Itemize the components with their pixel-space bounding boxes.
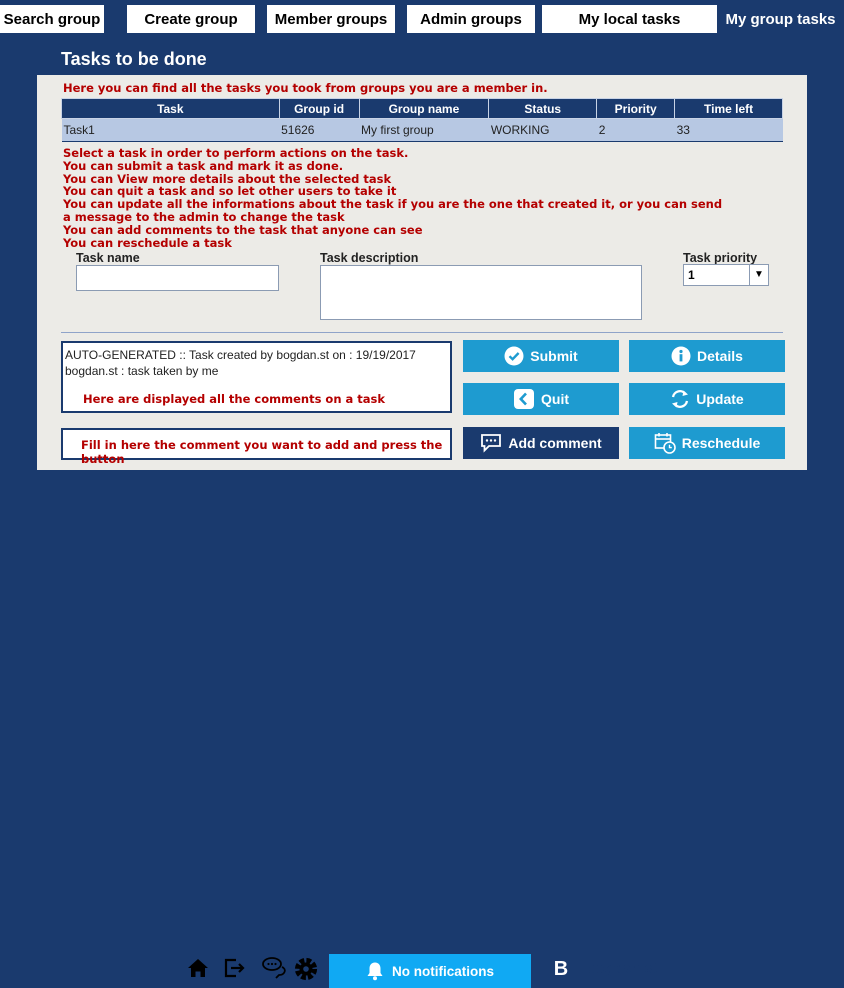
task-description-label: Task description (320, 251, 419, 265)
submit-button-label: Submit (530, 348, 578, 364)
update-button[interactable]: Update (629, 383, 785, 415)
tab-label: Member groups (274, 10, 388, 28)
instruction-line: a message to the admin to change the tas… (63, 209, 345, 224)
reschedule-button[interactable]: Reschedule (629, 427, 785, 459)
comment-input-hint: Fill in here the comment you want to add… (81, 438, 443, 466)
add-comment-button-label: Add comment (508, 435, 602, 451)
task-description-textarea[interactable] (320, 265, 642, 320)
column-header-group-name[interactable]: Group name (358, 98, 490, 119)
tab-label: Search group (3, 10, 101, 28)
instruction-line: Select a task in order to perform action… (63, 146, 409, 160)
cell-time-left: 33 (674, 118, 783, 142)
tab-my-local-tasks[interactable]: My local tasks (542, 5, 717, 33)
logout-icon[interactable] (222, 956, 246, 980)
tab-label: My group tasks (725, 10, 836, 28)
tab-member-groups[interactable]: Member groups (267, 5, 395, 33)
task-name-label: Task name (76, 251, 140, 265)
check-circle-icon (504, 346, 524, 366)
instruction-line: You can submit a task and mark it as don… (63, 158, 344, 173)
task-priority-value: 1 (688, 268, 695, 282)
notifications-label: No notifications (392, 963, 494, 979)
task-name-input[interactable] (76, 265, 279, 291)
instructions: Select a task in order to perform action… (63, 147, 722, 249)
instruction-line: You can reschedule a task (63, 235, 232, 250)
task-priority-label: Task priority (683, 251, 758, 265)
chevron-down-icon[interactable]: ▼ (749, 265, 768, 285)
cell-group-id: 51626 (279, 118, 360, 142)
details-button[interactable]: Details (629, 340, 785, 372)
instruction-line: You can add comments to the task that an… (63, 222, 423, 237)
task-table: Task Group id Group name Status Priority… (61, 98, 783, 142)
tab-bar: Search group Create group Member groups … (0, 0, 844, 36)
column-header-task[interactable]: Task (61, 98, 280, 119)
comment-line: AUTO-GENERATED :: Task created by bogdan… (65, 348, 416, 362)
footer: No notifications B bogdan.st (0, 474, 844, 988)
quit-button-label: Quit (541, 391, 569, 407)
notifications-button[interactable]: No notifications (329, 954, 531, 988)
panel-title: Tasks to be done (37, 43, 807, 75)
cell-group-name: My first group (359, 118, 489, 142)
column-header-time-left[interactable]: Time left (674, 98, 783, 119)
column-header-status[interactable]: Status (488, 98, 598, 119)
info-icon (671, 346, 691, 366)
avatar-initial: B (553, 957, 569, 980)
reschedule-button-label: Reschedule (681, 435, 761, 451)
user-name[interactable]: bogdan.st (586, 960, 658, 977)
column-header-group-id[interactable]: Group id (278, 98, 360, 119)
tab-search-group[interactable]: Search group (0, 5, 104, 33)
calendar-clock-icon (654, 433, 676, 454)
submit-button[interactable]: Submit (463, 340, 619, 372)
cell-status: WORKING (488, 118, 597, 142)
tab-label: My local tasks (578, 10, 681, 28)
cell-priority: 2 (596, 118, 675, 142)
chevron-left-icon (514, 389, 534, 409)
settings-icon[interactable] (293, 956, 319, 982)
cell-task: Task1 (61, 118, 280, 142)
refresh-icon (672, 390, 689, 408)
tab-label: Create group (144, 10, 238, 28)
comments-hint: Here are displayed all the comments on a… (83, 392, 386, 406)
tab-create-group[interactable]: Create group (127, 5, 255, 33)
comments-display[interactable]: AUTO-GENERATED :: Task created by bogdan… (61, 341, 452, 413)
comment-icon (481, 434, 502, 453)
table-header-row: Task Group id Group name Status Priority… (61, 98, 783, 119)
tab-admin-groups[interactable]: Admin groups (407, 5, 535, 33)
intro-text: Here you can find all the tasks you took… (63, 81, 548, 95)
quit-button[interactable]: Quit (463, 383, 619, 415)
chat-icon[interactable] (261, 956, 289, 980)
comment-input[interactable]: Fill in here the comment you want to add… (61, 428, 452, 466)
home-icon[interactable] (187, 956, 209, 980)
comment-line: bogdan.st : task taken by me (65, 364, 219, 378)
tab-label: Admin groups (420, 10, 522, 28)
tasks-panel: Tasks to be done Here you can find all t… (37, 43, 807, 470)
task-priority-select[interactable]: 1 ▼ (683, 264, 769, 286)
column-header-priority[interactable]: Priority (596, 98, 676, 119)
avatar[interactable]: B (542, 952, 580, 986)
details-button-label: Details (697, 348, 743, 364)
divider (61, 332, 783, 333)
update-button-label: Update (696, 391, 744, 407)
add-comment-button[interactable]: Add comment (463, 427, 619, 459)
tab-my-group-tasks[interactable]: My group tasks (717, 5, 844, 33)
bell-icon (367, 962, 383, 981)
table-row[interactable]: Task1 51626 My first group WORKING 2 33 (61, 118, 783, 142)
